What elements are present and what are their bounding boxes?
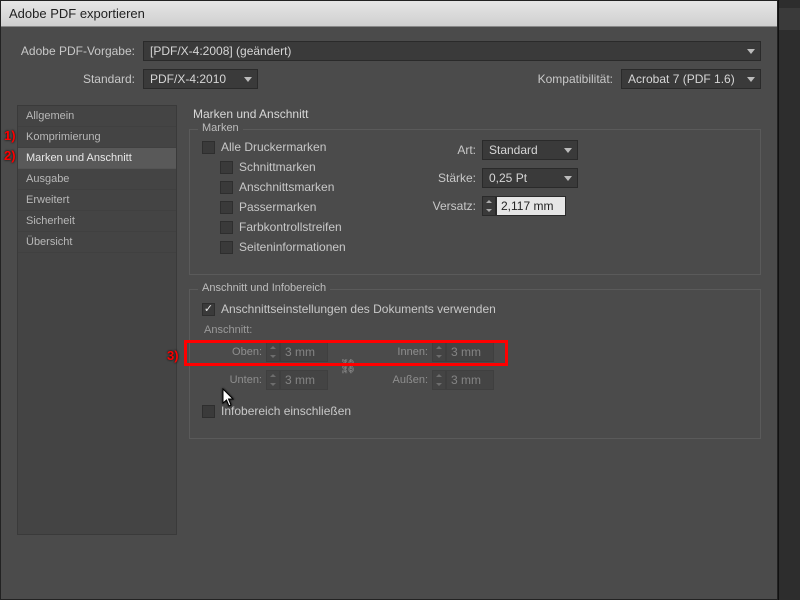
annotation-1: 1) bbox=[4, 128, 16, 143]
panel-title: Marken und Anschnitt bbox=[189, 105, 761, 129]
offset-stepper[interactable] bbox=[482, 196, 496, 216]
checkbox-registration-marks[interactable]: Passermarken bbox=[220, 200, 422, 214]
art-label: Art: bbox=[422, 143, 476, 157]
checkbox-icon bbox=[220, 161, 233, 174]
checkbox-icon bbox=[220, 181, 233, 194]
annotation-3: 3) bbox=[167, 348, 179, 363]
bleed-outer-label: Außen: bbox=[368, 374, 428, 386]
checkbox-all-marks[interactable]: Alle Druckermarken bbox=[202, 140, 422, 154]
sidebar-item-general[interactable]: Allgemein bbox=[18, 106, 176, 127]
preset-dropdown[interactable]: [PDF/X-4:2008] (geändert) bbox=[143, 41, 761, 61]
checkbox-page-info[interactable]: Seiteninformationen bbox=[220, 240, 422, 254]
checkbox-label: Infobereich einschließen bbox=[221, 404, 351, 418]
checkbox-bleed-marks[interactable]: Anschnittsmarken bbox=[220, 180, 422, 194]
bleed-bottom-stepper[interactable] bbox=[266, 370, 280, 390]
checkbox-label: Farbkontrollstreifen bbox=[239, 220, 342, 234]
checkbox-use-doc-bleed[interactable]: Anschnittseinstellungen des Dokuments ve… bbox=[202, 302, 748, 316]
annotation-highlight-box bbox=[184, 340, 508, 366]
checkbox-icon bbox=[220, 201, 233, 214]
preset-label: Adobe PDF-Vorgabe: bbox=[17, 44, 135, 58]
checkbox-include-slug[interactable]: Infobereich einschließen bbox=[202, 404, 748, 418]
bleed-outer-input[interactable]: 3 mm bbox=[446, 370, 494, 390]
compat-dropdown[interactable]: Acrobat 7 (PDF 1.6) bbox=[621, 69, 761, 89]
bleed-bottom-label: Unten: bbox=[202, 374, 262, 386]
art-dropdown[interactable]: Standard bbox=[482, 140, 578, 160]
checkbox-label: Passermarken bbox=[239, 200, 316, 214]
bleed-sub-label: Anschnitt: bbox=[204, 324, 748, 336]
weight-label: Stärke: bbox=[422, 171, 476, 185]
compat-label: Kompatibilität: bbox=[538, 72, 613, 86]
sidebar-item-security[interactable]: Sicherheit bbox=[18, 211, 176, 232]
marks-legend: Marken bbox=[198, 122, 243, 134]
checkbox-label: Anschnittsmarken bbox=[239, 180, 334, 194]
checkbox-label: Schnittmarken bbox=[239, 160, 316, 174]
sidebar: Allgemein Komprimierung Marken und Ansch… bbox=[17, 105, 177, 535]
marks-fieldset: Marken Alle Druckermarken Schnittmarken bbox=[189, 129, 761, 275]
offset-label: Versatz: bbox=[422, 199, 476, 213]
bleed-legend: Anschnitt und Infobereich bbox=[198, 282, 330, 294]
checkbox-icon bbox=[202, 303, 215, 316]
checkbox-crop-marks[interactable]: Schnittmarken bbox=[220, 160, 422, 174]
checkbox-icon bbox=[202, 141, 215, 154]
sidebar-item-output[interactable]: Ausgabe bbox=[18, 169, 176, 190]
top-section: Adobe PDF-Vorgabe: [PDF/X-4:2008] (geänd… bbox=[1, 27, 777, 105]
sidebar-item-summary[interactable]: Übersicht bbox=[18, 232, 176, 253]
main-panel: Marken und Anschnitt Marken Alle Drucker… bbox=[189, 105, 761, 535]
offset-input[interactable]: 2,117 mm bbox=[496, 196, 566, 216]
standard-dropdown[interactable]: PDF/X-4:2010 bbox=[143, 69, 258, 89]
weight-dropdown[interactable]: 0,25 Pt bbox=[482, 168, 578, 188]
checkbox-icon bbox=[220, 241, 233, 254]
bleed-outer-stepper[interactable] bbox=[432, 370, 446, 390]
checkbox-color-bars[interactable]: Farbkontrollstreifen bbox=[220, 220, 422, 234]
cursor-icon bbox=[222, 388, 238, 408]
bleed-bottom-input[interactable]: 3 mm bbox=[280, 370, 328, 390]
dialog-title: Adobe PDF exportieren bbox=[1, 1, 777, 27]
annotation-2: 2) bbox=[4, 148, 16, 163]
bg-panel bbox=[778, 0, 800, 600]
checkbox-label: Alle Druckermarken bbox=[221, 140, 326, 154]
checkbox-label: Seiteninformationen bbox=[239, 240, 346, 254]
standard-label: Standard: bbox=[17, 72, 135, 86]
export-pdf-dialog: Adobe PDF exportieren Adobe PDF-Vorgabe:… bbox=[0, 0, 778, 600]
sidebar-item-advanced[interactable]: Erweitert bbox=[18, 190, 176, 211]
checkbox-label: Anschnittseinstellungen des Dokuments ve… bbox=[221, 302, 496, 316]
sidebar-item-marks-bleed[interactable]: Marken und Anschnitt bbox=[18, 148, 176, 169]
checkbox-icon bbox=[220, 221, 233, 234]
sidebar-item-compression[interactable]: Komprimierung bbox=[18, 127, 176, 148]
checkbox-icon bbox=[202, 405, 215, 418]
